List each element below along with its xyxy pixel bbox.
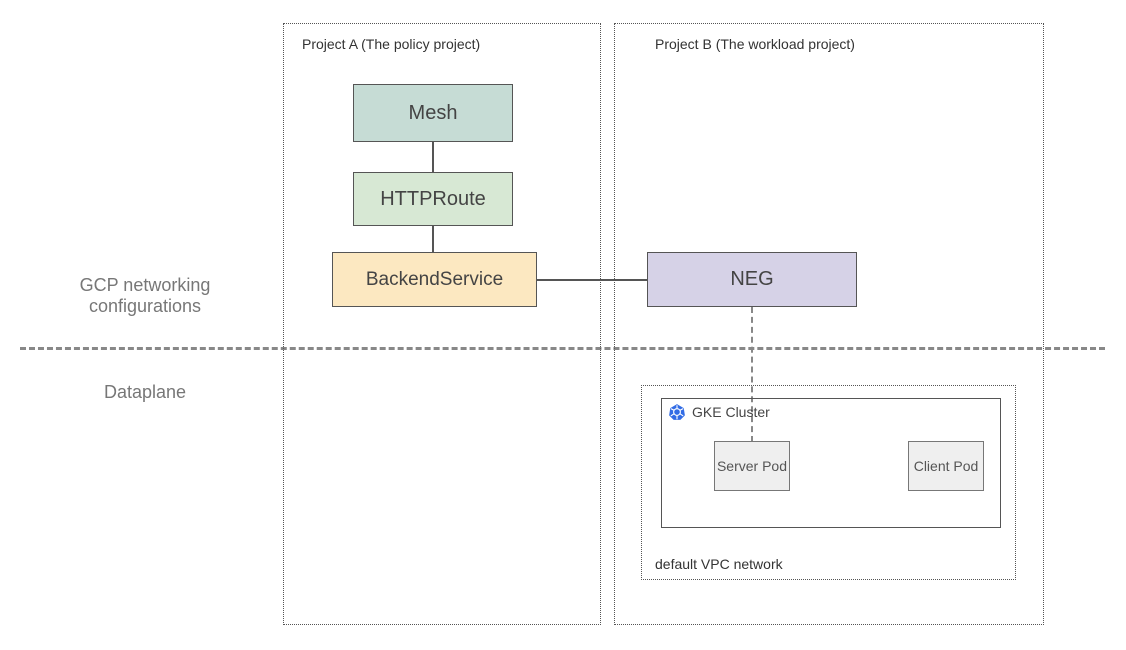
client-pod-node: Client Pod	[908, 441, 984, 491]
gcp-config-label: GCP networking configurations	[40, 275, 250, 317]
mesh-node: Mesh	[353, 84, 513, 142]
connector-mesh-httproute	[432, 142, 434, 172]
backendservice-node: BackendService	[332, 252, 537, 307]
kubernetes-icon	[668, 403, 686, 421]
server-pod-node: Server Pod	[714, 441, 790, 491]
connector-httproute-backendservice	[432, 226, 434, 252]
vpc-label: default VPC network	[655, 556, 783, 572]
project-a-title: Project A (The policy project)	[302, 36, 480, 52]
gke-cluster-label: GKE Cluster	[692, 404, 770, 420]
connector-backendservice-neg	[537, 279, 647, 281]
gke-cluster-header: GKE Cluster	[668, 403, 770, 421]
httproute-node: HTTPRoute	[353, 172, 513, 226]
neg-node: NEG	[647, 252, 857, 307]
project-b-title: Project B (The workload project)	[655, 36, 855, 52]
dataplane-label: Dataplane	[40, 382, 250, 403]
